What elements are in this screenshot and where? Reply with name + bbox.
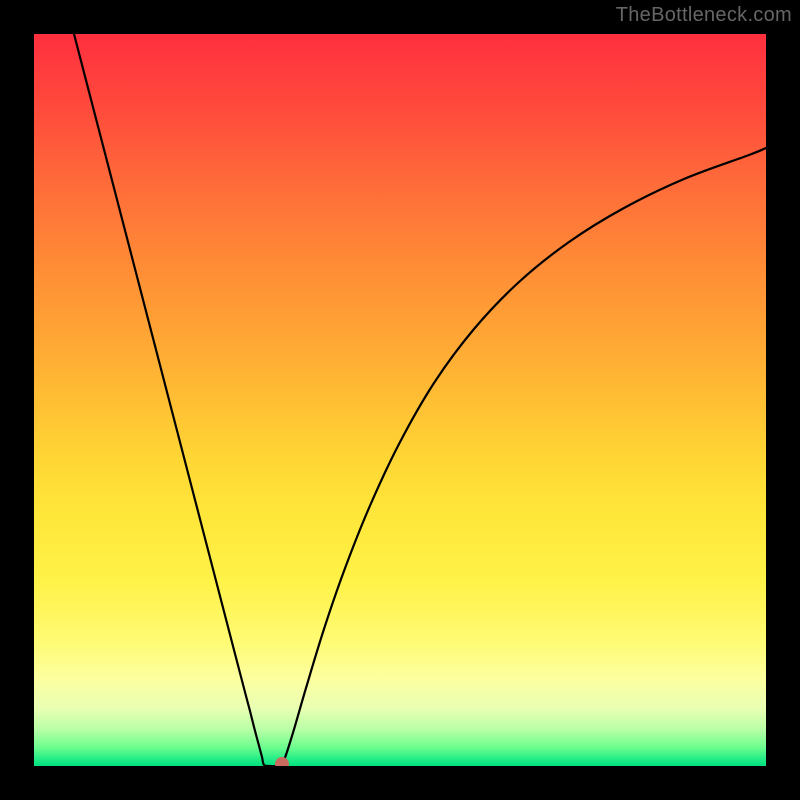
plot-frame [34, 34, 766, 766]
curve-path [74, 34, 766, 766]
minimum-marker [275, 757, 289, 766]
bottleneck-curve [34, 34, 766, 766]
watermark-text: TheBottleneck.com [616, 4, 792, 27]
